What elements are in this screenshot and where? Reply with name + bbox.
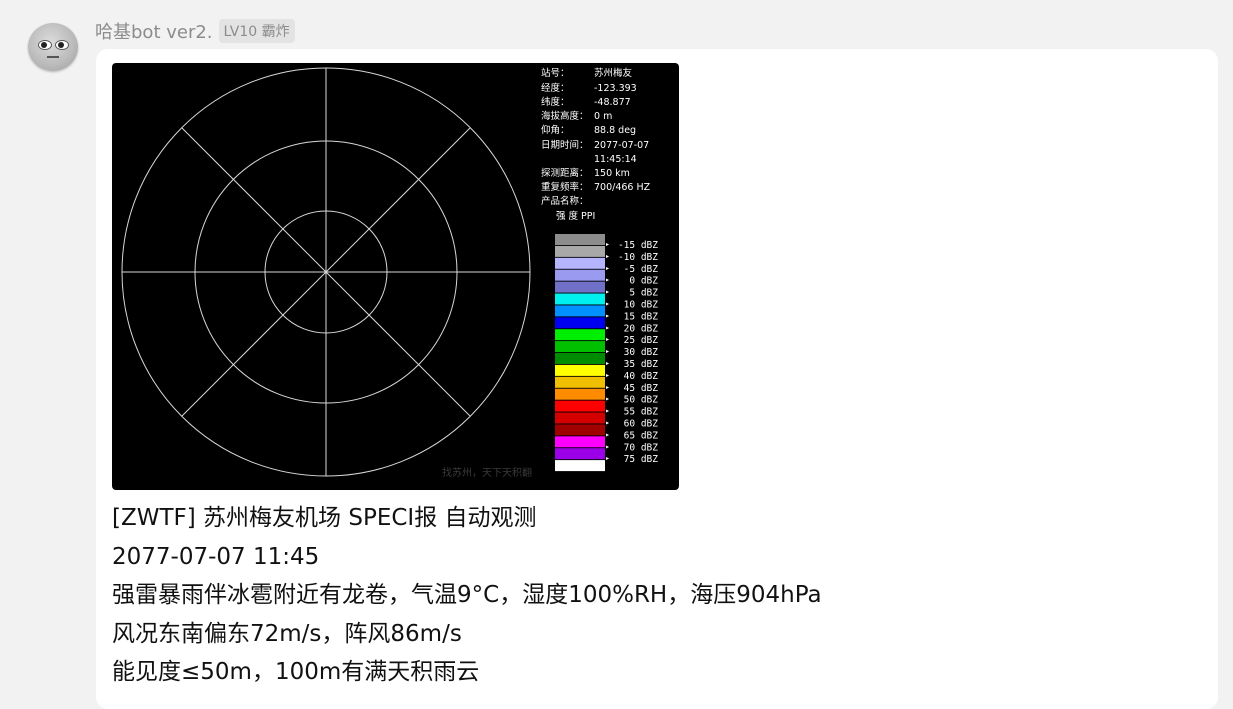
scale-swatch [555,448,605,460]
scale-label: 10 dBZ [624,300,659,311]
date-value: 2077-07-07 [594,140,649,151]
station-label: 站号： [541,67,570,79]
scale-label: 50 dBZ [624,395,659,406]
scale-tick-icon: ▸ [606,336,609,343]
avatar-eye-left [38,40,52,50]
watermark: 找苏州，天下天积翻 [442,466,532,479]
scale-swatch [555,424,605,436]
latitude-value: -48.877 [594,97,631,108]
reflectivity-scale: ▸ -15 dBZ ▸ -10 dBZ ▸ -5 dBZ ▸ 0 dBZ ▸ 5 dBZ ▸ 10 d… [555,234,659,472]
radar-ppi-svg: 站号： 苏州梅友 经度： -123.393 纬度： -48.877 海拔高度： … [121,67,659,479]
radar-image[interactable]: 站号： 苏州梅友 经度： -123.393 纬度： -48.877 海拔高度： … [112,63,679,490]
report-visibility: 能见度≤50m，100m有满天积雨云 [112,659,480,685]
report-title: [ZWTF] 苏州梅友机场 SPECI报 自动观测 [112,505,537,531]
report-wind: 风况东南偏东72m/s，阵风86m/s [112,620,462,647]
scale-swatch [555,436,605,448]
time-value: 11:45:14 [594,154,637,165]
scale-swatch [555,269,605,281]
scale-swatch [555,329,605,341]
scale-swatch [555,281,605,293]
scale-label: 55 dBZ [624,407,659,418]
report-datetime: 2077-07-07 11:45 [112,543,320,570]
range-value: 150 km [594,168,630,179]
station-value: 苏州梅友 [594,67,633,79]
scale-label: 40 dBZ [624,371,659,382]
datetime-label: 日期时间： [541,139,589,151]
altitude-label: 海拔高度： [541,110,589,122]
scale-label: 20 dBZ [624,323,659,334]
product-label: 产品名称： [541,195,589,207]
scale-label: 75 dBZ [624,454,659,465]
avatar-mouth [47,56,59,58]
scale-tick-icon: ▸ [606,289,609,296]
scale-label: 35 dBZ [624,359,659,370]
elevation-label: 仰角： [541,124,570,136]
scale-label: 60 dBZ [624,419,659,430]
scale-tick-icon: ▸ [606,396,609,403]
scale-label: 5 dBZ [629,288,658,299]
scale-swatch [555,460,605,472]
longitude-value: -123.393 [594,83,637,94]
scale-tick-icon: ▸ [606,253,609,260]
scale-swatch [555,257,605,269]
scale-label: 15 dBZ [624,311,659,322]
scale-label: 0 dBZ [629,276,658,287]
level-badge: LV10 霸炸 [218,19,295,43]
scale-tick-icon: ▸ [606,443,609,450]
username[interactable]: 哈基bot ver2. [95,18,213,44]
scale-label: 70 dBZ [624,442,659,453]
message-header: 哈基bot ver2. LV10 霸炸 [95,18,295,44]
prf-value: 700/466 HZ [594,182,651,193]
scale-swatch [555,234,605,245]
scale-tick-icon: ▸ [606,348,609,355]
altitude-value: 0 m [594,111,612,122]
scale-tick-icon: ▸ [606,420,609,427]
scale-tick-icon: ▸ [606,408,609,415]
longitude-label: 经度： [541,82,570,94]
range-label: 探测距离： [541,167,589,179]
scale-tick-icon: ▸ [606,431,609,438]
scale-label: -15 dBZ [618,240,658,251]
scale-swatch [555,364,605,376]
scale-tick-icon: ▸ [606,324,609,331]
scale-swatch [555,388,605,400]
scale-label: 45 dBZ [624,383,659,394]
scale-swatch [555,353,605,364]
scale-tick-icon: ▸ [606,265,609,272]
scale-label: 25 dBZ [624,335,659,346]
scale-tick-icon: ▸ [606,241,609,248]
scale-label: 30 dBZ [624,347,659,358]
scale-tick-icon: ▸ [606,312,609,319]
scale-tick-icon: ▸ [606,360,609,367]
radar-grid [121,67,531,477]
scale-label: -10 dBZ [618,252,658,263]
radar-info: 站号： 苏州梅友 经度： -123.393 纬度： -48.877 海拔高度： … [541,67,651,222]
latitude-label: 纬度： [541,96,570,108]
scale-swatch [555,293,605,305]
scale-tick-icon: ▸ [606,277,609,284]
scale-label: 65 dBZ [624,430,659,441]
scale-swatch [555,341,605,353]
scale-label: -5 dBZ [624,264,659,275]
scale-tick-icon: ▸ [606,301,609,308]
avatar-eye-right [55,40,69,50]
scale-swatch [555,245,605,257]
report-weather: 强雷暴雨伴冰雹附近有龙卷，气温9°C，湿度100%RH，海压904hPa [112,582,822,608]
prf-label: 重复频率： [541,181,589,193]
message-text: [ZWTF] 苏州梅友机场 SPECI报 自动观测 2077-07-07 11:… [112,499,822,692]
scale-swatch [555,376,605,388]
scale-swatch [555,305,605,317]
scale-swatch [555,317,605,329]
scale-tick-icon: ▸ [606,455,609,462]
scale-swatch [555,412,605,424]
product-value: 强 度 PPI [556,210,595,222]
scale-tick-icon: ▸ [606,372,609,379]
scale-tick-icon: ▸ [606,384,609,391]
scale-swatch [555,400,605,412]
elevation-value: 88.8 deg [594,125,636,136]
avatar[interactable] [28,23,78,71]
